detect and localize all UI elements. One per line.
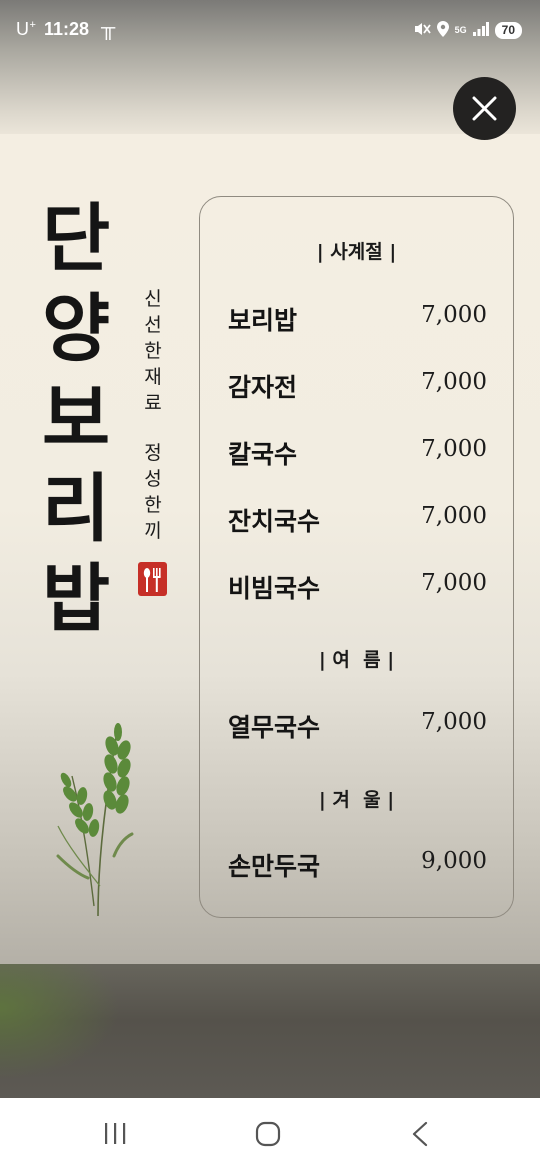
slogan-char: 선 [144, 314, 162, 336]
menu-item-price: 7,000 [421, 709, 487, 735]
menu-row: 비빔국수 7,000 [228, 569, 487, 605]
close-icon [472, 96, 497, 121]
clock: 11:28 [44, 19, 90, 39]
mute-icon [413, 21, 431, 39]
menu-item-name: 감자전 [228, 373, 298, 402]
back-icon [412, 1121, 428, 1147]
brand-char: 보 [41, 376, 111, 462]
brand-char: 밥 [41, 556, 111, 642]
spoon-fork-stamp-icon [138, 562, 167, 596]
brand-char: 리 [41, 466, 111, 552]
menu-row: 열무국수 7,000 [228, 708, 487, 744]
5g-signal-icon: 5G [454, 24, 467, 35]
menu-item-price: 7,000 [421, 302, 487, 328]
slogan-char: 재 [144, 366, 162, 388]
image-backdrop-greenery [0, 960, 120, 1080]
back-button[interactable] [402, 1120, 442, 1148]
carrier-label: U+ [16, 19, 37, 39]
menu-row: 칼국수 7,000 [228, 435, 487, 471]
menu-row: 잔치국수 7,000 [228, 502, 487, 538]
home-button[interactable] [248, 1120, 288, 1148]
close-button[interactable] [453, 77, 516, 140]
menu-row: 감자전 7,000 [228, 368, 487, 404]
slogan: 신 선 한 재 료 정 성 한 끼 [140, 286, 166, 544]
navigation-bar [0, 1098, 540, 1170]
section-heading-all-seasons: | 사계절 | [316, 241, 397, 263]
menu-item-price: 7,000 [421, 503, 487, 529]
brand-char: 단 [41, 196, 111, 282]
menu-card: | 사계절 | 보리밥 7,000 감자전 7,000 칼국수 7,000 잔치… [199, 196, 514, 918]
slogan-char: 끼 [144, 520, 162, 542]
slogan-char: 성 [144, 468, 162, 490]
menu-item-price: 9,000 [421, 848, 487, 874]
home-icon [255, 1121, 281, 1147]
recent-apps-button[interactable] [100, 1120, 140, 1148]
slogan-char: 정 [144, 442, 162, 464]
menu-item-name: 비빔국수 [228, 574, 321, 603]
menu-item-price: 7,000 [421, 570, 487, 596]
section-heading-summer: | 여 름 | [318, 649, 395, 671]
menu-item-price: 7,000 [421, 369, 487, 395]
tt-icon: ╥ [101, 17, 116, 39]
menu-item-name: 잔치국수 [228, 507, 321, 536]
menu-item-name: 손만두국 [228, 852, 321, 881]
recent-apps-icon [105, 1123, 126, 1144]
menu-item-price: 7,000 [421, 436, 487, 462]
slogan-gap [140, 416, 166, 440]
battery-indicator: 70 [494, 21, 522, 39]
status-bar: U+ 11:28 ╥ 5G 70 [0, 0, 540, 62]
brand-char: 양 [41, 286, 111, 372]
menu-row: 손만두국 9,000 [228, 847, 487, 883]
menu-item-name: 보리밥 [228, 306, 298, 335]
status-icons: 5G 70 [413, 19, 522, 41]
location-icon [436, 21, 449, 39]
menu-item-name: 열무국수 [228, 713, 321, 742]
slogan-char: 한 [144, 494, 162, 516]
restaurant-name: 단 양 보 리 밥 [28, 194, 124, 644]
menu-item-name: 칼국수 [228, 440, 298, 469]
slogan-char: 한 [144, 340, 162, 362]
menu-board-image[interactable]: 단 양 보 리 밥 신 선 한 재 료 정 성 한 끼 | 사계절 | 보리밥 … [0, 134, 540, 964]
menu-row: 보리밥 7,000 [228, 301, 487, 337]
signal-bars-icon [472, 22, 489, 38]
wheat-illustration-icon [56, 723, 134, 917]
section-heading-winter: | 겨 울 | [318, 789, 395, 811]
slogan-char: 신 [144, 288, 162, 310]
slogan-char: 료 [144, 392, 162, 414]
